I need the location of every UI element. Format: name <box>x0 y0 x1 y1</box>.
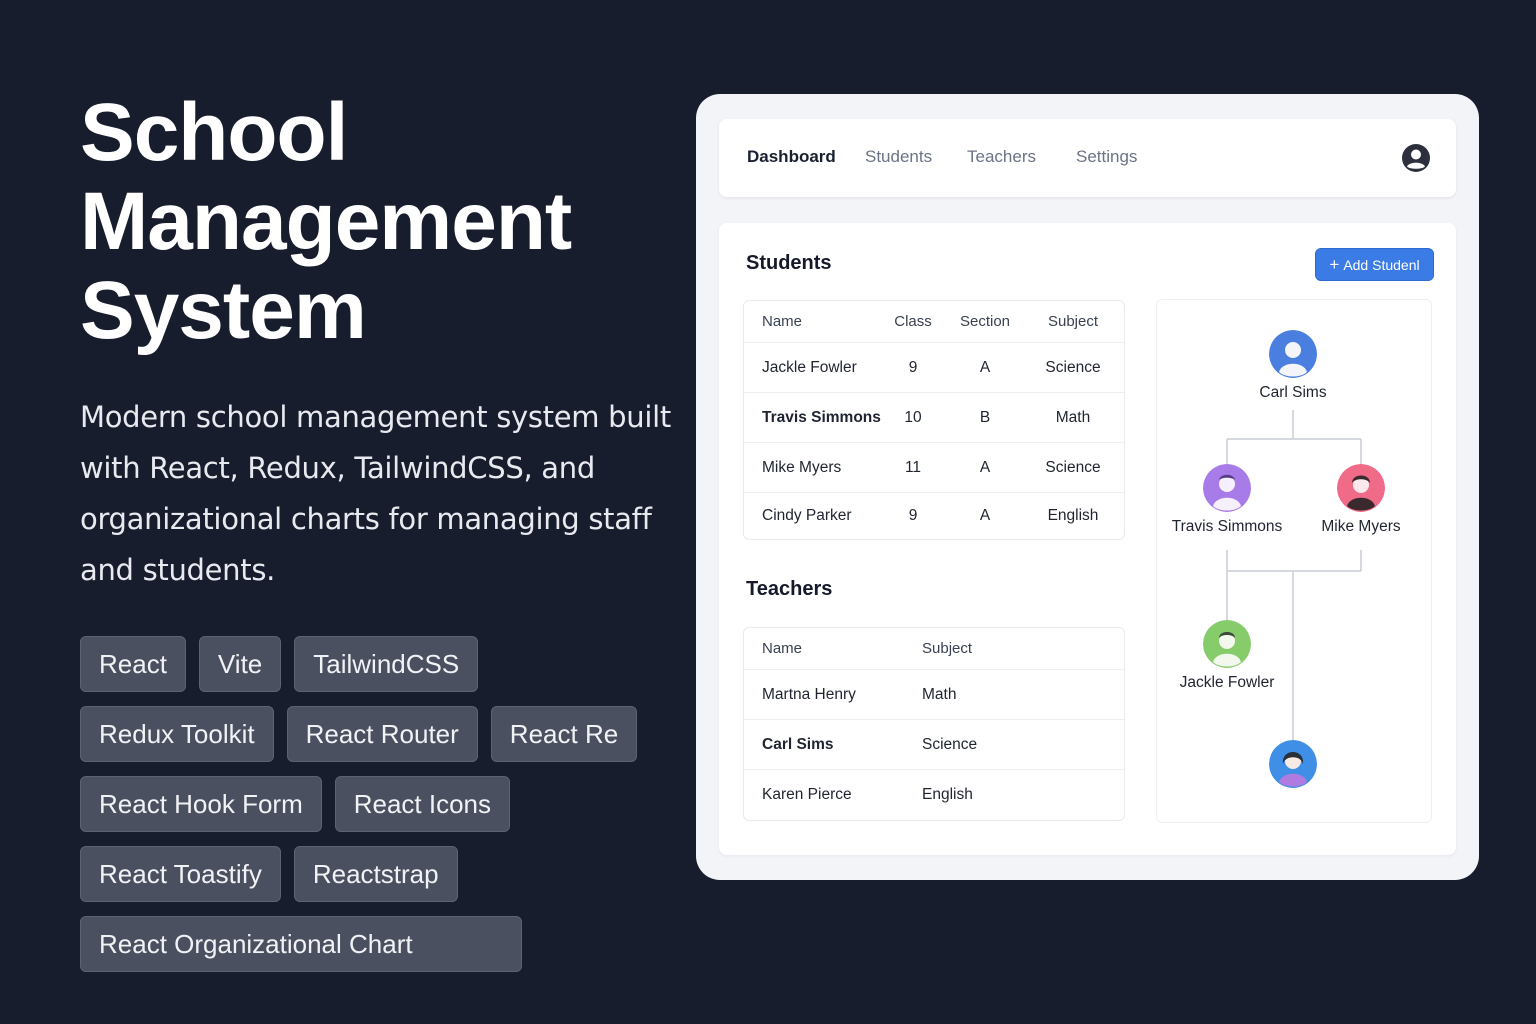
org-node-name: Jackle Fowler <box>1179 674 1275 691</box>
student-class: 11 <box>904 458 922 476</box>
org-node-name: Carl Sims <box>1259 384 1327 401</box>
person-avatar-icon <box>1269 330 1317 378</box>
content-panel: Students + Add Studenl Name Class Sectio… <box>719 223 1456 855</box>
plus-icon: + <box>1329 255 1340 274</box>
student-section: A <box>979 507 991 524</box>
tag-row: Redux Toolkit React Router React Re <box>80 706 680 762</box>
tag-row: React Hook Form React Icons <box>80 776 680 832</box>
student-class: 9 <box>908 358 918 376</box>
tag-row: React Vite TailwindCSS <box>80 636 680 692</box>
tech-tag: TailwindCSS <box>294 636 479 692</box>
tech-tag: Reactstrap <box>293 846 458 902</box>
teacher-name: Karen Pierce <box>762 786 852 803</box>
teacher-subject: Science <box>922 735 978 753</box>
table-row[interactable]: Jackle Fowler 9 A Science <box>744 343 1124 393</box>
teacher-subject: Math <box>922 685 957 703</box>
tech-tag: React Router <box>286 706 478 762</box>
org-node-jackle-fowler[interactable]: Jackle Fowler <box>1167 620 1287 692</box>
student-name: Mike Myers <box>762 458 842 476</box>
student-section: B <box>979 408 991 426</box>
add-student-label: Add Studenl <box>1343 256 1420 273</box>
student-name: Jackle Fowler <box>762 358 857 376</box>
tech-tag: React Re <box>490 706 638 762</box>
org-node-unnamed[interactable] <box>1233 740 1353 794</box>
table-header-row: Name Subject <box>744 628 1124 670</box>
teacher-name: Martna Henry <box>762 685 856 703</box>
person-avatar-icon <box>1203 620 1251 668</box>
hero-description: Modern school management system built wi… <box>80 400 671 587</box>
org-node-name: Travis Simmons <box>1171 518 1283 535</box>
student-name: Travis Simmons <box>762 408 881 426</box>
nav-settings[interactable]: Settings <box>1076 147 1137 167</box>
hero-title-line: Management <box>80 176 572 267</box>
student-subject: Science <box>1045 358 1101 376</box>
students-table: Name Class Section Subject Jackle Fowler… <box>743 300 1125 540</box>
org-node-name: Mike Myers <box>1321 518 1401 535</box>
nav-students[interactable]: Students <box>865 147 932 167</box>
student-subject: Science <box>1045 458 1101 476</box>
nav-dashboard[interactable]: Dashboard <box>747 147 836 167</box>
tech-tag: React Toastify <box>80 846 281 902</box>
hero-title: School Management System <box>80 88 680 355</box>
tech-tag: React <box>80 636 186 692</box>
table-row[interactable]: Cindy Parker 9 A English <box>744 493 1124 539</box>
teacher-subject: English <box>922 786 973 803</box>
tag-row: React Organizational Chart <box>80 916 680 972</box>
student-class: 9 <box>908 507 918 524</box>
column-header: Name <box>762 313 803 330</box>
column-header: Subject <box>922 640 973 657</box>
table-row[interactable]: Carl Sims Science <box>744 720 1124 770</box>
student-subject: English <box>1047 507 1099 524</box>
tech-tag: Vite <box>198 636 282 692</box>
org-chart: Carl Sims Travis Simmons Mike Myers Jack… <box>1156 299 1432 823</box>
person-avatar-icon <box>1269 740 1317 788</box>
student-name: Cindy Parker <box>762 507 852 524</box>
org-node-carl-sims[interactable]: Carl Sims <box>1233 330 1353 402</box>
table-row[interactable]: Mike Myers 11 A Science <box>744 443 1124 493</box>
student-subject: Math <box>1055 408 1091 426</box>
student-section: A <box>979 358 991 376</box>
table-row[interactable]: Karen Pierce English <box>744 770 1124 820</box>
column-header: Name <box>762 640 803 657</box>
nav-teachers[interactable]: Teachers <box>967 147 1036 167</box>
person-avatar-icon <box>1337 464 1385 512</box>
hero-title-line: System <box>80 265 367 356</box>
user-account-icon[interactable] <box>1401 143 1431 173</box>
column-header: Section <box>959 313 1011 330</box>
tech-tag: React Hook Form <box>80 776 322 832</box>
table-header-row: Name Class Section Subject <box>744 301 1124 343</box>
app-preview-card: Dashboard Students Teachers Settings Stu… <box>696 94 1479 880</box>
top-navbar: Dashboard Students Teachers Settings <box>719 119 1456 197</box>
tech-tag: React Icons <box>334 776 511 832</box>
teacher-name: Carl Sims <box>762 735 834 753</box>
hero-title-line: School <box>80 87 348 178</box>
tech-tag: React Organizational Chart <box>80 916 522 972</box>
student-class: 10 <box>904 408 922 426</box>
org-node-travis-simmons[interactable]: Travis Simmons <box>1167 464 1287 536</box>
org-node-mike-myers[interactable]: Mike Myers <box>1301 464 1421 536</box>
column-header: Subject <box>1047 313 1099 330</box>
table-row[interactable]: Travis Simmons 10 B Math <box>744 393 1124 443</box>
tag-row: React Toastify Reactstrap <box>80 846 680 902</box>
student-section: A <box>979 458 991 476</box>
column-header: Class <box>894 313 932 330</box>
teachers-table: Name Subject Martna Henry Math Carl Sims… <box>743 627 1125 821</box>
add-student-button[interactable]: + Add Studenl <box>1315 248 1434 281</box>
table-row[interactable]: Martna Henry Math <box>744 670 1124 720</box>
tech-tag: Redux Toolkit <box>80 706 274 762</box>
person-avatar-icon <box>1203 464 1251 512</box>
teachers-heading: Teachers <box>746 578 833 600</box>
tech-tag-list: React Vite TailwindCSS Redux Toolkit Rea… <box>80 636 680 986</box>
students-heading: Students <box>746 252 832 274</box>
